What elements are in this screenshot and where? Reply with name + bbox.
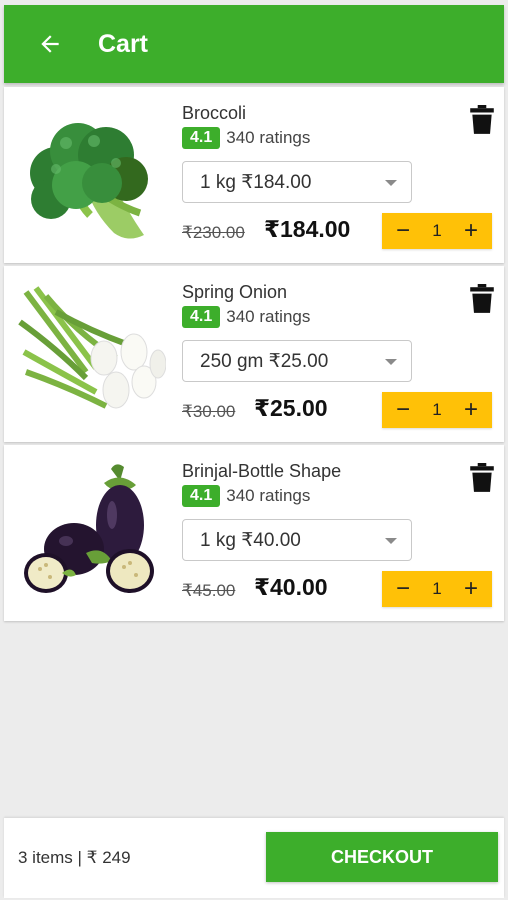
cart-item: Brinjal-Bottle Shape 4.1 340 ratings 1 k… xyxy=(4,445,504,621)
cart-footer: 3 items | ₹ 249 CHECKOUT xyxy=(4,818,504,898)
app-bar: Cart xyxy=(4,5,504,83)
dropdown-caret-icon xyxy=(385,359,397,365)
increment-button[interactable]: + xyxy=(460,571,482,607)
quantity-stepper: − 1 + xyxy=(382,571,492,607)
variant-dropdown[interactable]: 1 kg ₹40.00 xyxy=(182,519,412,561)
product-name: Brinjal-Bottle Shape xyxy=(182,461,342,481)
selling-price: ₹184.00 xyxy=(264,216,351,242)
variant-dropdown[interactable]: 250 gm ₹25.00 xyxy=(182,340,412,382)
increment-button[interactable]: + xyxy=(460,213,482,249)
decrement-button[interactable]: − xyxy=(392,571,414,607)
dropdown-caret-icon xyxy=(385,538,397,544)
rating-row: 4.1 340 ratings xyxy=(182,127,310,149)
rating-row: 4.1 340 ratings xyxy=(182,485,310,507)
product-name: Spring Onion xyxy=(182,282,288,302)
quantity-stepper: − 1 + xyxy=(382,392,492,428)
back-button[interactable] xyxy=(20,14,80,74)
rating-badge: 4.1 xyxy=(182,127,221,149)
rating-badge: 4.1 xyxy=(182,306,221,328)
arrow-back-icon xyxy=(41,35,59,53)
cart-item: Broccoli 4.1 340 ratings 1 kg ₹184.00 ₹2… xyxy=(4,87,504,263)
ratings-count: 340 ratings xyxy=(226,128,311,147)
quantity-stepper: − 1 + xyxy=(382,213,492,249)
mrp-price: ₹30.00 xyxy=(182,402,236,421)
cart-item: Spring Onion 4.1 340 ratings 250 gm ₹25.… xyxy=(4,266,504,442)
rating-badge: 4.1 xyxy=(182,485,221,507)
decrement-button[interactable]: − xyxy=(392,392,414,428)
quantity-value: 1 xyxy=(432,400,442,419)
quantity-value: 1 xyxy=(432,579,442,598)
selling-price: ₹25.00 xyxy=(254,395,328,421)
cart-summary: 3 items | ₹ 249 xyxy=(18,848,131,867)
mrp-price: ₹45.00 xyxy=(182,581,236,600)
product-name: Broccoli xyxy=(182,103,247,123)
selling-price: ₹40.00 xyxy=(254,574,328,600)
variant-value: 1 kg ₹184.00 xyxy=(200,171,312,193)
delete-icon[interactable] xyxy=(469,284,495,314)
mrp-price: ₹230.00 xyxy=(182,223,245,242)
quantity-value: 1 xyxy=(432,221,442,240)
spring-onion-image xyxy=(18,286,166,409)
delete-icon[interactable] xyxy=(469,463,495,493)
rating-row: 4.1 340 ratings xyxy=(182,306,310,328)
checkout-button[interactable]: CHECKOUT xyxy=(266,832,498,882)
ratings-count: 340 ratings xyxy=(226,486,311,505)
decrement-button[interactable]: − xyxy=(392,213,414,249)
cart-list: Broccoli 4.1 340 ratings 1 kg ₹184.00 ₹2… xyxy=(4,87,504,624)
ratings-count: 340 ratings xyxy=(226,307,311,326)
delete-icon[interactable] xyxy=(469,105,495,135)
variant-value: 1 kg ₹40.00 xyxy=(200,529,301,551)
variant-dropdown[interactable]: 1 kg ₹184.00 xyxy=(182,161,412,203)
broccoli-image xyxy=(30,123,148,239)
brinjal-image xyxy=(24,464,154,593)
variant-value: 250 gm ₹25.00 xyxy=(200,350,329,372)
page-title: Cart xyxy=(98,29,149,58)
dropdown-caret-icon xyxy=(385,180,397,186)
increment-button[interactable]: + xyxy=(460,392,482,428)
